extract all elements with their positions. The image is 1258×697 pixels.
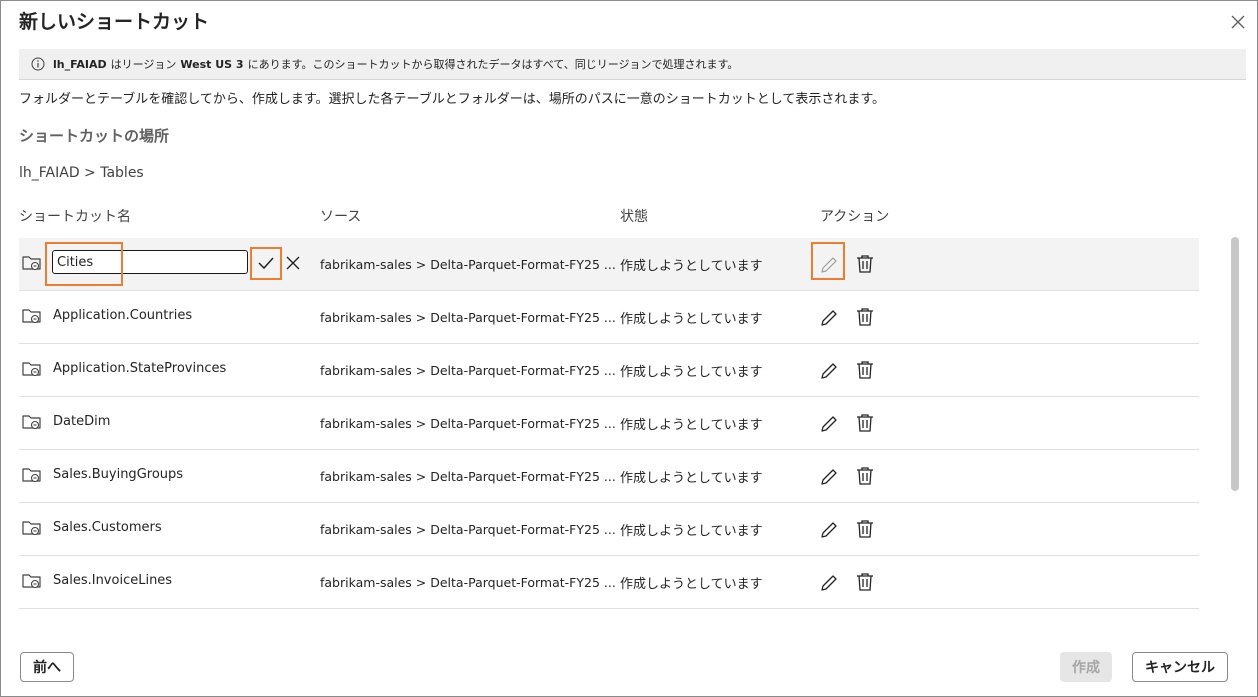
create-button[interactable]: 作成: [1060, 652, 1112, 682]
trash-icon[interactable]: [854, 518, 876, 540]
folder-link-icon: [22, 415, 41, 430]
new-shortcut-dialog: 新しいショートカット lh_FAIAD はリージョン West US 3 にあり…: [0, 0, 1258, 697]
info-text-2: にあります。このショートカットから取得されたデータはすべて、同じリージョンで処理…: [247, 58, 739, 71]
dialog-description: フォルダーとテーブルを確認してから、作成します。選択した各テーブルとフォルダーは…: [19, 92, 886, 107]
table-row[interactable]: DateDim fabrikam-sales > Delta-Parquet-F…: [19, 397, 1199, 450]
shortcut-name-input[interactable]: [52, 250, 248, 274]
row-source: fabrikam-sales > Delta-Parquet-Format-FY…: [320, 522, 616, 537]
row-name: Application.Countries: [53, 308, 193, 323]
row-status: 作成しようとしています: [620, 259, 763, 274]
folder-link-icon: [22, 256, 41, 271]
table-row[interactable]: Application.StateProvinces fabrikam-sale…: [19, 344, 1199, 397]
row-name: DateDim: [53, 414, 111, 429]
row-status: 作成しようとしています: [620, 365, 763, 380]
row-source: fabrikam-sales > Delta-Parquet-Format-FY…: [320, 416, 616, 431]
row-status: 作成しようとしています: [620, 418, 763, 433]
row-name: Sales.Customers: [53, 520, 162, 535]
edit-pencil-icon[interactable]: [818, 360, 840, 382]
table-row[interactable]: Application.Countries fabrikam-sales > D…: [19, 291, 1199, 344]
row-source: fabrikam-sales > Delta-Parquet-Format-FY…: [320, 363, 616, 378]
edit-pencil-icon[interactable]: [818, 307, 840, 329]
breadcrumb: lh_FAIAD > Tables: [19, 165, 144, 181]
column-header-actions: アクション: [820, 209, 890, 225]
edit-pencil-icon[interactable]: [818, 572, 840, 594]
row-status: 作成しようとしています: [620, 471, 763, 486]
cancel-button[interactable]: キャンセル: [1132, 652, 1228, 682]
section-title: ショートカットの場所: [19, 127, 170, 145]
region-name: West US 3: [180, 57, 244, 71]
row-name: Sales.InvoiceLines: [53, 573, 173, 588]
column-header-name: ショートカット名: [19, 209, 131, 225]
trash-icon[interactable]: [854, 359, 876, 381]
folder-link-icon: [22, 574, 41, 589]
trash-icon[interactable]: [854, 253, 876, 275]
trash-icon[interactable]: [854, 571, 876, 593]
row-status: 作成しようとしています: [620, 577, 763, 592]
folder-link-icon: [22, 309, 41, 324]
checkmark-icon[interactable]: [253, 250, 279, 276]
edit-pencil-icon[interactable]: [818, 254, 840, 276]
close-icon[interactable]: [1227, 11, 1249, 33]
edit-pencil-icon[interactable]: [818, 466, 840, 488]
info-icon: [31, 57, 45, 71]
trash-icon[interactable]: [854, 465, 876, 487]
table-row-editing[interactable]: fabrikam-sales > Delta-Parquet-Format-FY…: [19, 238, 1199, 291]
trash-icon[interactable]: [854, 412, 876, 434]
dialog-title: 新しいショートカット: [19, 11, 210, 33]
row-source: fabrikam-sales > Delta-Parquet-Format-FY…: [320, 257, 616, 272]
vertical-scrollbar[interactable]: [1231, 237, 1239, 491]
row-name: Application.StateProvinces: [53, 361, 227, 376]
row-name: Sales.BuyingGroups: [53, 467, 184, 482]
edit-pencil-icon[interactable]: [818, 519, 840, 541]
row-status: 作成しようとしています: [620, 524, 763, 539]
folder-link-icon: [22, 362, 41, 377]
trash-icon[interactable]: [854, 306, 876, 328]
row-source: fabrikam-sales > Delta-Parquet-Format-FY…: [320, 469, 616, 484]
back-button[interactable]: 前へ: [20, 652, 74, 682]
column-header-status: 状態: [620, 209, 648, 225]
row-source: fabrikam-sales > Delta-Parquet-Format-FY…: [320, 310, 616, 325]
row-source: fabrikam-sales > Delta-Parquet-Format-FY…: [320, 575, 616, 590]
folder-link-icon: [22, 468, 41, 483]
table-row[interactable]: Sales.BuyingGroups fabrikam-sales > Delt…: [19, 450, 1199, 503]
table-row[interactable]: Sales.InvoiceLines fabrikam-sales > Delt…: [19, 556, 1199, 609]
lakehouse-name: lh_FAIAD: [53, 57, 107, 71]
info-text-1: はリージョン: [110, 58, 177, 71]
region-info-bar: lh_FAIAD はリージョン West US 3 にあります。このショートカッ…: [19, 49, 1246, 80]
row-status: 作成しようとしています: [620, 312, 763, 327]
edit-pencil-icon[interactable]: [818, 413, 840, 435]
dismiss-icon[interactable]: [283, 252, 303, 274]
folder-link-icon: [22, 521, 41, 536]
table-row[interactable]: Sales.Customers fabrikam-sales > Delta-P…: [19, 503, 1199, 556]
column-header-source: ソース: [320, 209, 362, 225]
